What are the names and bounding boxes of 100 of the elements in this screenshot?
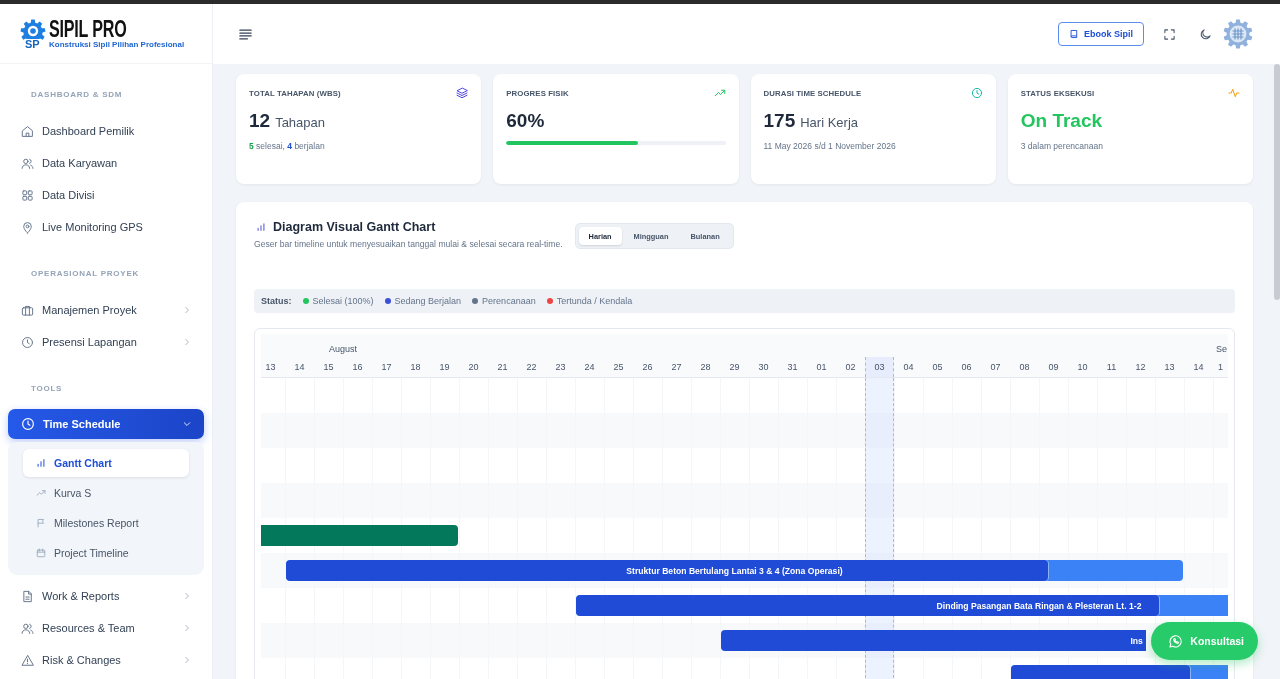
day-cell-text: 02 [844,361,857,374]
nav-item[interactable]: Risk & Changes [8,644,204,676]
users-icon [21,621,34,635]
day-cell-text: 04 [902,361,915,374]
task-bar[interactable]: Ins [721,630,1146,651]
grid-icon [21,188,34,202]
day-cell-text: 13 [1163,361,1176,374]
day-cell-text: 21 [496,361,509,374]
task-bar[interactable]: Struktur Beton Bertulang Lantai 3 & 4 (Zona Operasi) [286,560,1183,581]
ebook-button[interactable]: Ebook Sipil [1058,22,1144,46]
chat-phone-icon [1168,633,1184,649]
nav-item[interactable]: Resources & Team [8,612,204,644]
day-cell-text: 07 [989,361,1002,374]
nav-section-title: DASHBOARD & SDM [31,89,123,101]
stat-value: 175 [763,111,796,131]
stat-summary: 5 selesai, 4 berjalan [249,140,326,152]
legend-text: Perencanaan [482,296,536,306]
panel-subtitle: Geser bar timeline untuk menyesuaikan tanggal mulai & selesai secara real-time. [254,238,563,250]
clock-icon [970,87,983,99]
submenu-item[interactable]: Gantt Chart [23,449,189,477]
map-pin-icon [21,220,34,234]
day-cell-text: 19 [438,361,451,374]
task-label: Struktur Beton Bertulang Lantai 3 & 4 (Zona Operasi) [626,565,843,576]
nav-item[interactable]: Data Divisi [8,179,204,211]
stat-note: 3 dalam perencanaan [1020,140,1104,152]
calendar-icon [36,548,46,558]
gear-avatar-icon[interactable] [1223,19,1253,49]
day-cell-text: 17 [380,361,393,374]
panel-title: Diagram Visual Gantt Chart [273,220,436,234]
task-label: Dinding Pasangan Bata Ringan & Plesteran Lt. 1-2 [936,600,1142,611]
day-cell-text: 10 [1076,361,1089,374]
day-cell-text: 15 [322,361,335,374]
day-cell-text: 13 [264,361,277,374]
bar-chart-icon [256,222,266,232]
day-cell-text: 01 [815,361,828,374]
moon-icon[interactable] [1199,27,1212,41]
nav-item[interactable]: Work & Reports [8,580,204,612]
day-cell-text: 14 [293,361,306,374]
nav-item[interactable]: Time Schedule [8,409,204,439]
menu-icon[interactable] [237,26,254,42]
flag-icon [36,518,46,528]
submenu-item[interactable]: Kurva S [23,479,189,507]
scrollbar-thumb[interactable] [1274,64,1280,300]
stat-unit: Hari Kerja [800,115,858,130]
trend-up-icon [713,87,726,99]
nav-section-title: OPERASIONAL PROYEK [31,268,140,280]
document-icon [21,589,34,603]
day-cell-text: 08 [1018,361,1031,374]
day-cell-text: 26 [641,361,654,374]
day-cell-text: 1 [1217,361,1224,374]
day-cell-text: 16 [351,361,364,374]
nav-item[interactable]: Dashboard Pemilik [8,115,204,147]
day-cell-text: 22 [525,361,538,374]
logo-monogram: SP [24,38,41,50]
day-cell-text: 12 [1134,361,1147,374]
day-cell-text: 25 [612,361,625,374]
nav-section-title: TOOLS [31,383,63,395]
stat-value: 12 [249,111,271,131]
day-cell-text: 23 [554,361,567,374]
logo-tagline: Konstruksi Sipil Pilihan Profesional [49,39,185,50]
nav-item[interactable]: Manajemen Proyek [8,294,204,326]
submenu-item[interactable]: Milestones Report [23,509,189,537]
legend-text: Tertunda / Kendala [556,296,633,306]
day-cell-text: 05 [931,361,944,374]
nav-item[interactable]: Data Karyawan [8,147,204,179]
legend-text: Selesai (100%) [312,296,374,306]
task-label: Ins [1130,635,1143,646]
day-cell-text: 06 [960,361,973,374]
layers-icon [456,87,469,99]
users-icon [21,156,34,170]
stat-value: On Track [1020,111,1103,131]
day-cell-text: 30 [757,361,770,374]
trend-up-icon [36,488,46,498]
day-cell-text: 27 [670,361,683,374]
legend-label: Status: [261,296,292,306]
day-cell-text: 24 [583,361,596,374]
stat-note: 11 May 2026 s/d 1 November 2026 [763,140,897,152]
legend-text: Sedang Berjalan [394,296,462,306]
fullscreen-icon[interactable] [1163,27,1176,41]
nav-item[interactable]: Presensi Lapangan [8,326,204,358]
submenu-item[interactable]: Project Timeline [23,539,189,567]
warning-icon [21,653,34,667]
day-cell-text: 29 [728,361,741,374]
home-icon [21,124,34,138]
day-cell-text: 31 [786,361,799,374]
logo-name: SIPIL PRO [49,17,127,40]
task-bar[interactable]: Dinding Pasangan Bata Ringan & Plesteran Lt. 1-2 [576,595,1228,616]
bar-chart-icon [36,458,46,468]
nav-item[interactable]: Live Monitoring GPS [8,211,204,243]
day-cell-text: 18 [409,361,422,374]
day-cell-text: 14 [1192,361,1205,374]
month-label: August [329,343,357,356]
pulse-icon [1228,87,1240,99]
clock-icon [21,417,35,431]
day-cell-text: 09 [1047,361,1060,374]
day-cell-text: 28 [699,361,712,374]
month-label: Se [1215,343,1227,356]
clock-icon [21,335,34,349]
book-icon [1069,29,1079,39]
stat-value: 60% [506,111,545,131]
